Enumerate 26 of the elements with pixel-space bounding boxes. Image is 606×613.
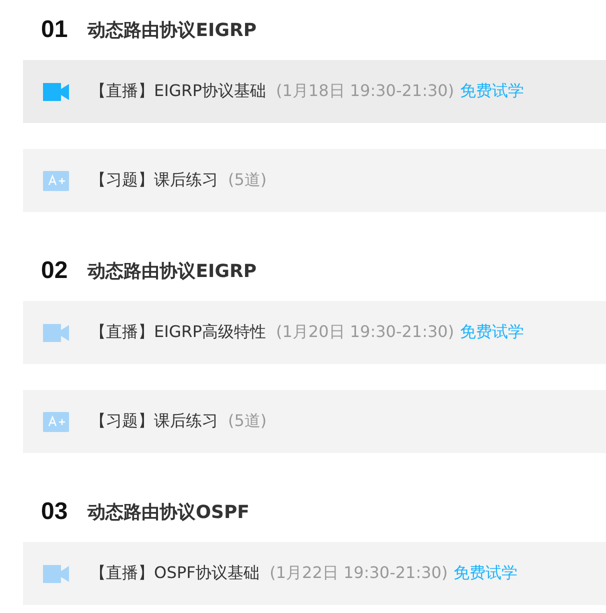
lesson-title: 【直播】OSPF协议基础 (90, 563, 260, 584)
lesson-row[interactable]: 【直播】OSPF协议基础 (1月22日 19:30-21:30) 免费试学 (23, 542, 606, 605)
chapter-title: 动态路由协议EIGRP (88, 260, 257, 283)
lesson-row[interactable]: 【习题】课后练习 (5道) (23, 390, 606, 453)
lesson-row[interactable]: 【直播】EIGRP高级特性 (1月20日 19:30-21:30) 免费试学 (23, 301, 606, 364)
lesson-detail: (1月20日 19:30-21:30) (276, 322, 454, 343)
grade-icon (43, 170, 69, 190)
chapter-title: 动态路由协议OSPF (88, 501, 250, 524)
grade-icon (43, 412, 69, 432)
chapter-title: 动态路由协议EIGRP (88, 19, 257, 42)
chapter-number: 01 (41, 16, 68, 44)
video-camera-icon (43, 324, 69, 342)
lesson-row[interactable]: 【习题】课后练习 (5道) (23, 149, 606, 212)
lesson-row[interactable]: 【直播】EIGRP协议基础 (1月18日 19:30-21:30) 免费试学 (23, 60, 606, 123)
lesson-title: 【直播】EIGRP协议基础 (90, 81, 266, 102)
lesson-title: 【习题】课后练习 (90, 411, 218, 432)
chapter-number: 02 (41, 257, 68, 285)
lesson-detail: (5道) (228, 170, 267, 191)
lesson-detail: (5道) (228, 411, 267, 432)
video-camera-icon (43, 82, 69, 100)
lesson-detail: (1月18日 19:30-21:30) (276, 81, 454, 102)
lesson-detail: (1月22日 19:30-21:30) (270, 563, 448, 584)
lesson-title: 【习题】课后练习 (90, 170, 218, 191)
video-camera-icon (43, 564, 69, 582)
lesson-title: 【直播】EIGRP高级特性 (90, 322, 266, 343)
chapter-number: 03 (41, 498, 68, 526)
